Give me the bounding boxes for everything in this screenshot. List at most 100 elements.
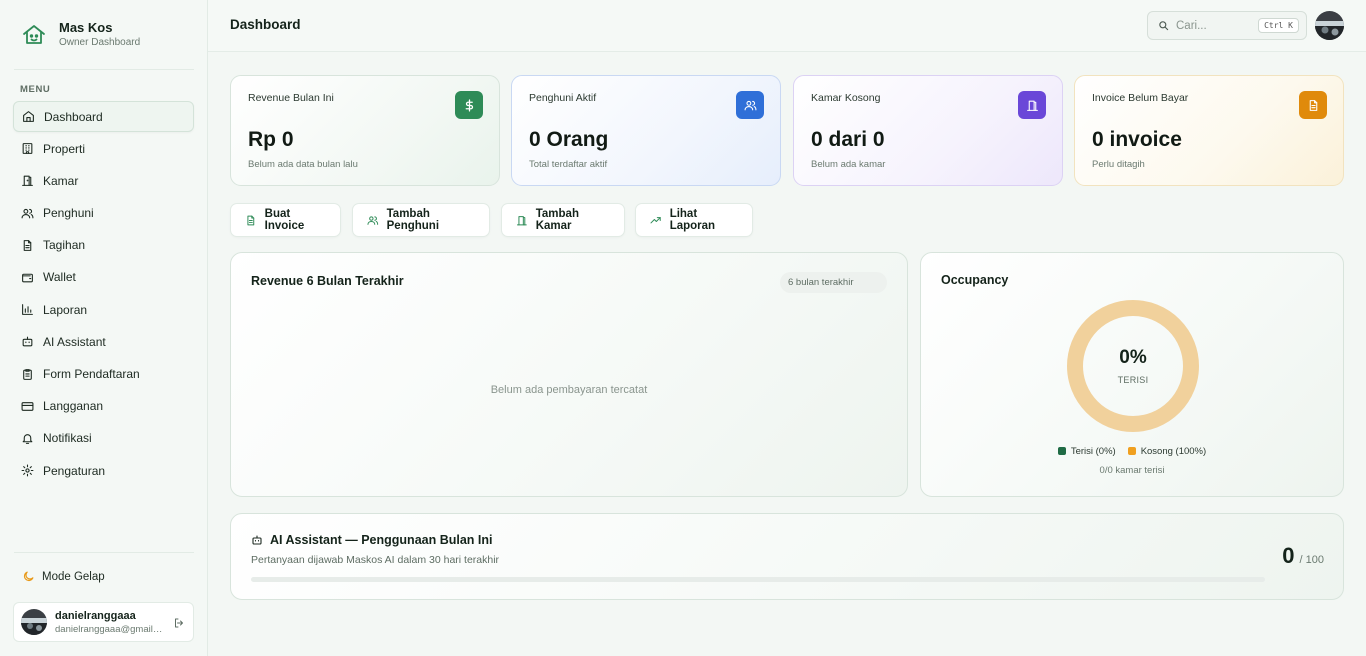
action-label: Lihat Laporan xyxy=(669,208,716,232)
stat-card-invoice[interactable]: Invoice Belum Bayar 0 invoice Perlu dita… xyxy=(1074,75,1344,186)
legend-swatch xyxy=(1057,447,1066,455)
sidebar-item-label: Pengaturan xyxy=(43,463,106,478)
brand-subtitle: Owner Dashboard xyxy=(59,37,141,48)
bell-icon xyxy=(22,434,33,444)
stat-label: Kamar Kosong xyxy=(811,92,881,104)
user-email: danielranggaaa@gmail.com xyxy=(55,623,163,635)
sidebar-divider xyxy=(14,69,194,70)
stat-badge xyxy=(1299,91,1327,119)
door-icon xyxy=(1026,100,1038,111)
dark-mode-label: Mode Gelap xyxy=(42,570,105,583)
sidebar-item-properti[interactable]: Properti xyxy=(13,133,194,164)
ai-usage-limit: / 100 xyxy=(1299,554,1324,566)
stat-card-penghuni[interactable]: Penghuni Aktif 0 Orang Total terdaftar a… xyxy=(511,75,781,186)
stat-card-revenue[interactable]: Revenue Bulan Ini Rp 0 Belum ada data bu… xyxy=(230,75,500,186)
user-name: danielranggaaa xyxy=(55,609,136,622)
ai-usage-title-row: AI Assistant — Penggunaan Bulan Ini xyxy=(251,533,492,547)
door-icon xyxy=(22,176,33,187)
shortcut-hint: Ctrl K xyxy=(1258,18,1299,33)
sidebar-item-label: Tagihan xyxy=(43,238,86,253)
dark-mode-toggle[interactable]: Mode Gelap xyxy=(22,570,105,583)
search-icon xyxy=(1159,21,1169,31)
revenue-title: Revenue 6 Bulan Terakhir xyxy=(251,274,404,288)
sidebar-item-label: Kamar xyxy=(43,173,79,188)
clipboard-icon xyxy=(23,368,32,380)
sidebar-item-kamar[interactable]: Kamar xyxy=(13,165,194,196)
trending-up-icon xyxy=(650,216,661,223)
range-selector[interactable]: 6 bulan terakhir xyxy=(780,272,887,293)
search-box[interactable]: Ctrl K xyxy=(1147,11,1307,40)
bar-chart-icon xyxy=(22,304,33,316)
stat-subtitle: Total terdaftar aktif xyxy=(529,159,608,170)
ai-usage-count: 0 / 100 xyxy=(1282,543,1324,569)
avatar xyxy=(21,609,47,635)
header-avatar[interactable] xyxy=(1315,11,1344,40)
page-title: Dashboard xyxy=(230,17,301,32)
stat-label: Revenue Bulan Ini xyxy=(248,92,334,104)
stat-value: 0 Orang xyxy=(529,128,609,151)
dollar-icon xyxy=(465,98,473,112)
sidebar-item-laporan[interactable]: Laporan xyxy=(13,294,194,325)
sidebar-item-label: Langganan xyxy=(43,399,104,414)
sidebar-item-ai-assistant[interactable]: AI Assistant xyxy=(13,326,194,357)
stat-value: Rp 0 xyxy=(248,128,294,151)
occupancy-status: TERISI xyxy=(1117,375,1149,385)
top-header: Dashboard Ctrl K xyxy=(208,0,1366,52)
user-card[interactable]: danielranggaaa danielranggaaa@gmail.com xyxy=(13,602,194,642)
sidebar-item-form-pendaftaran[interactable]: Form Pendaftaran xyxy=(13,359,194,390)
stat-badge xyxy=(736,91,764,119)
file-text-icon xyxy=(23,239,32,251)
sidebar-item-dashboard[interactable]: Dashboard xyxy=(13,101,194,132)
stat-card-kamar-kosong[interactable]: Kamar Kosong 0 dari 0 Belum ada kamar xyxy=(793,75,1063,186)
wallet-icon xyxy=(22,273,33,283)
ai-usage-used: 0 xyxy=(1282,543,1295,568)
tambah-kamar-button[interactable]: Tambah Kamar xyxy=(501,203,625,237)
lihat-laporan-button[interactable]: Lihat Laporan xyxy=(635,203,753,237)
stat-badge xyxy=(1018,91,1046,119)
sidebar-item-wallet[interactable]: Wallet xyxy=(13,262,194,293)
sidebar-item-label: AI Assistant xyxy=(43,334,106,349)
ai-usage-progress xyxy=(251,577,1265,582)
sidebar-item-label: Notifikasi xyxy=(43,431,92,446)
legend-item: Terisi (0%) xyxy=(1057,446,1116,457)
empty-state: Belum ada pembayaran tercatat xyxy=(490,384,648,396)
stat-subtitle: Belum ada data bulan lalu xyxy=(248,159,358,170)
stat-value: 0 dari 0 xyxy=(811,128,885,151)
house-logo-icon xyxy=(23,24,45,44)
sidebar-nav: Dashboard Properti Kamar Penghuni Tagiha… xyxy=(13,101,194,487)
sidebar-item-pengaturan[interactable]: Pengaturan xyxy=(13,455,194,486)
sidebar-divider xyxy=(14,552,194,553)
door-icon xyxy=(516,215,527,225)
brand[interactable]: Mas Kos Owner Dashboard xyxy=(22,20,140,49)
building-icon xyxy=(22,143,33,155)
legend-item: Kosong (100%) xyxy=(1127,446,1206,457)
home-icon xyxy=(23,111,34,122)
legend-swatch xyxy=(1127,447,1136,455)
sidebar-item-label: Dashboard xyxy=(44,109,103,124)
moon-icon xyxy=(23,571,34,582)
sidebar-item-tagihan[interactable]: Tagihan xyxy=(13,230,194,261)
users-icon xyxy=(744,100,756,110)
stat-badge xyxy=(455,91,483,119)
ai-usage-subtitle: Pertanyaan dijawab Maskos AI dalam 30 ha… xyxy=(251,554,500,566)
legend-label: Terisi (0%) xyxy=(1070,446,1116,457)
sidebar-item-label: Properti xyxy=(43,141,86,156)
users-icon xyxy=(367,215,379,225)
tambah-penghuni-button[interactable]: Tambah Penghuni xyxy=(352,203,490,237)
occupancy-legend: Terisi (0%) Kosong (100%) xyxy=(921,446,1343,457)
sidebar-item-langganan[interactable]: Langganan xyxy=(13,391,194,422)
bot-icon xyxy=(22,336,33,347)
buat-invoice-button[interactable]: Buat Invoice xyxy=(230,203,341,237)
search-input[interactable] xyxy=(1176,19,1254,32)
action-label: Buat Invoice xyxy=(264,208,305,232)
stat-label: Penghuni Aktif xyxy=(529,92,597,104)
occupancy-summary: 0/0 kamar terisi xyxy=(1099,465,1165,476)
occupancy-title: Occupancy xyxy=(941,273,1009,287)
logout-icon[interactable] xyxy=(173,617,185,629)
sidebar-item-label: Form Pendaftaran xyxy=(43,367,140,381)
gear-icon xyxy=(21,464,34,477)
sidebar-item-penghuni[interactable]: Penghuni xyxy=(13,198,194,229)
file-text-icon xyxy=(247,215,255,225)
sidebar-item-notifikasi[interactable]: Notifikasi xyxy=(13,423,194,454)
occupancy-panel: Occupancy 0% TERISI Terisi (0%) Kosong (… xyxy=(920,252,1344,497)
